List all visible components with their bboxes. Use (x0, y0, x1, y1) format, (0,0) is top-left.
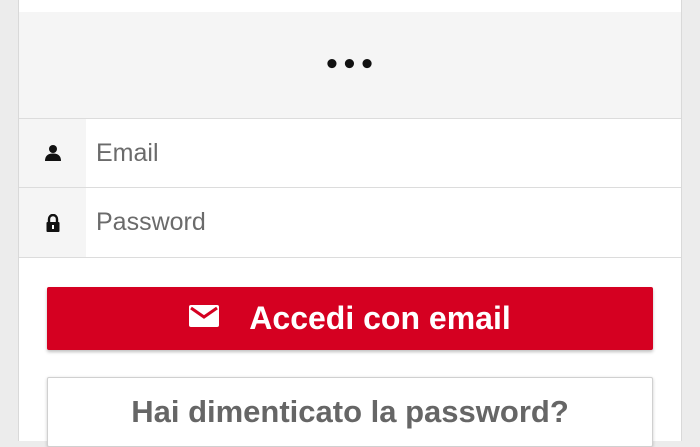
top-strip (19, 0, 681, 12)
user-icon (19, 119, 86, 187)
forgot-password-button[interactable]: Hai dimenticato la password? (47, 377, 653, 447)
email-row (19, 119, 681, 188)
envelope-icon (189, 305, 220, 332)
login-email-button[interactable]: Accedi con email (47, 287, 653, 350)
password-row (19, 188, 681, 258)
forgot-password-label: Hai dimenticato la password? (131, 394, 569, 429)
lock-icon (19, 188, 86, 257)
login-card: ••• Accedi con email (18, 0, 682, 447)
login-email-label: Accedi con email (249, 300, 511, 336)
password-field[interactable] (86, 188, 681, 257)
more-options-area: ••• (19, 12, 681, 119)
email-field[interactable] (86, 119, 681, 187)
more-options-button[interactable]: ••• (324, 52, 377, 78)
